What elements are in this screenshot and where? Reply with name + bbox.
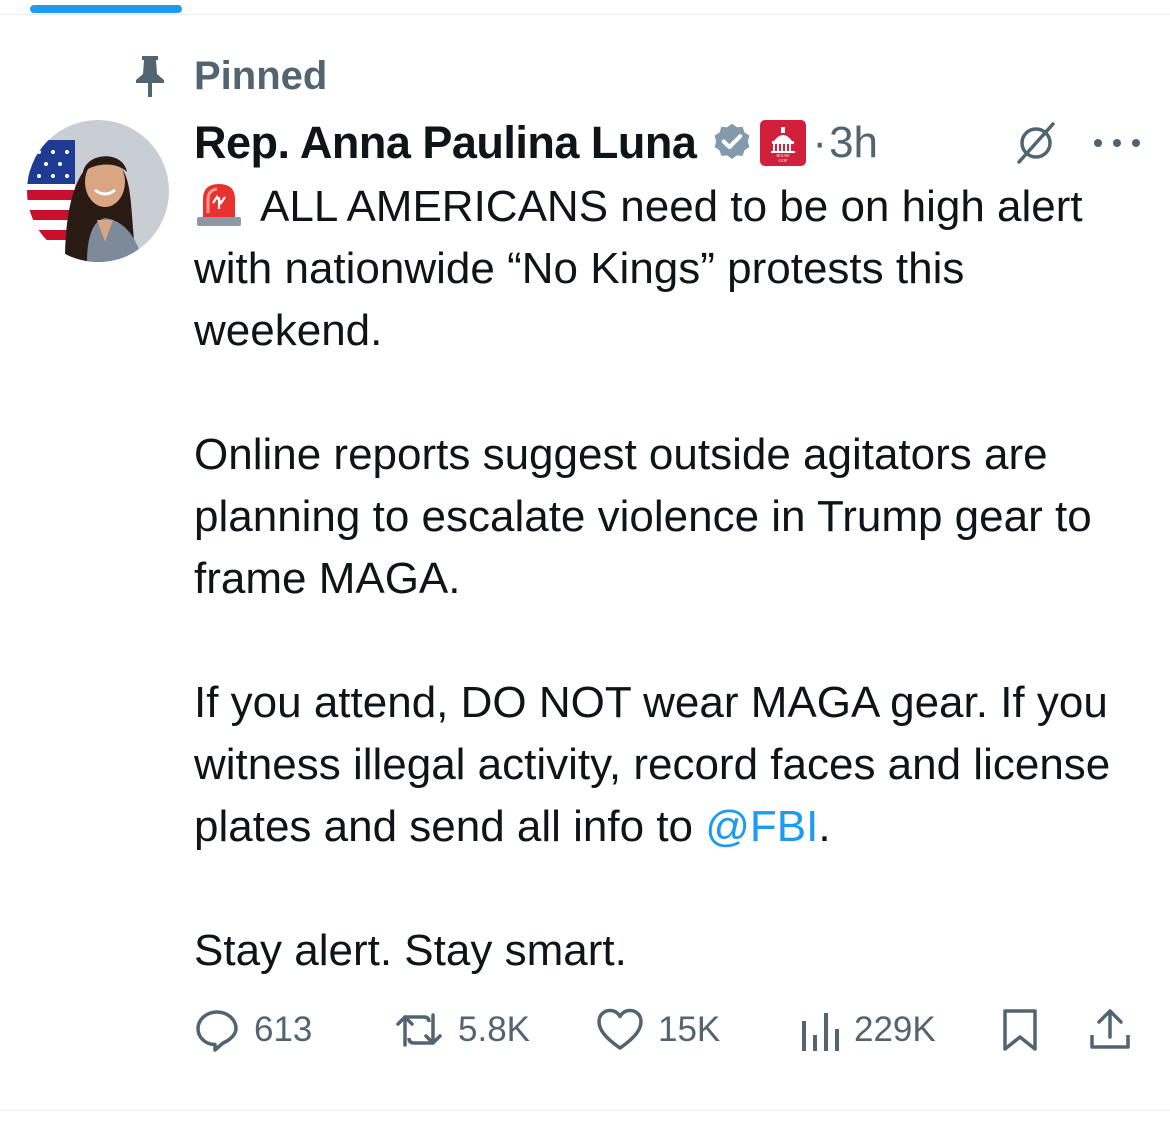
tweet-paragraph-4: Stay alert. Stay smart.: [194, 926, 627, 975]
reply-button[interactable]: 613: [194, 1002, 312, 1058]
tweet-actions: 613 5.8K 15K 229K: [194, 1002, 1139, 1058]
tweet-paragraph-3-text: If you attend, DO NOT wear MAGA gear. If…: [194, 678, 1111, 851]
more-options-icon[interactable]: [1094, 128, 1140, 158]
svg-text:GOP: GOP: [779, 158, 788, 163]
timestamp[interactable]: 3h: [829, 118, 878, 168]
bookmark-icon: [1003, 1009, 1037, 1051]
tweet-line-1: ALL AMERICANS need to be on high alert: [260, 182, 1083, 231]
house-gop-badge-icon[interactable]: HOUSE GOP: [760, 120, 807, 166]
bookmark-button[interactable]: [1000, 1002, 1040, 1058]
tweet-paragraph-2: Online reports suggest outside agitators…: [194, 430, 1092, 603]
share-icon: [1090, 1009, 1130, 1049]
like-count: 15K: [658, 1010, 721, 1049]
like-button[interactable]: 15K: [596, 1002, 720, 1058]
tweet-paragraph-3: If you attend, DO NOT wear MAGA gear. If…: [194, 672, 1159, 858]
siren-icon: [194, 179, 244, 227]
analytics-icon: [802, 1013, 839, 1051]
tweet-line-2: with nationwide “No Kings” protests this: [194, 244, 965, 293]
pinned-indicator: Pinned: [130, 52, 327, 100]
avatar[interactable]: [27, 120, 169, 262]
pinned-label: Pinned: [194, 53, 328, 98]
repost-button[interactable]: 5.8K: [394, 1002, 530, 1058]
bottom-divider: [0, 1110, 1170, 1111]
active-tab-indicator: [30, 5, 182, 13]
view-count: 229K: [854, 1010, 936, 1049]
heart-icon: [597, 1008, 643, 1050]
top-divider: [0, 14, 1170, 15]
repost-icon: [396, 1013, 442, 1047]
time-separator: ·: [812, 118, 828, 167]
share-button[interactable]: [1087, 1002, 1133, 1058]
pin-icon: [130, 52, 170, 100]
tweet-paragraph-3-end: .: [818, 802, 831, 851]
mention-link-fbi[interactable]: @FBI: [705, 802, 818, 851]
views-button[interactable]: 229K: [800, 1002, 936, 1058]
tweet-paragraph-1: ALL AMERICANS need to be on high alert w…: [194, 176, 1159, 362]
tweet-text: ALL AMERICANS need to be on high alert w…: [194, 176, 1159, 982]
grok-icon[interactable]: [1013, 120, 1059, 166]
author-name[interactable]: Rep. Anna Paulina Luna: [194, 117, 697, 169]
tweet-header: Rep. Anna Paulina Luna HOUSE GOP · 3h: [194, 115, 878, 171]
reply-count: 613: [254, 1010, 313, 1049]
tweet-line-3: weekend.: [194, 306, 383, 355]
verified-badge-icon[interactable]: [710, 121, 754, 165]
reply-icon: [196, 1010, 238, 1052]
repost-count: 5.8K: [458, 1010, 530, 1049]
